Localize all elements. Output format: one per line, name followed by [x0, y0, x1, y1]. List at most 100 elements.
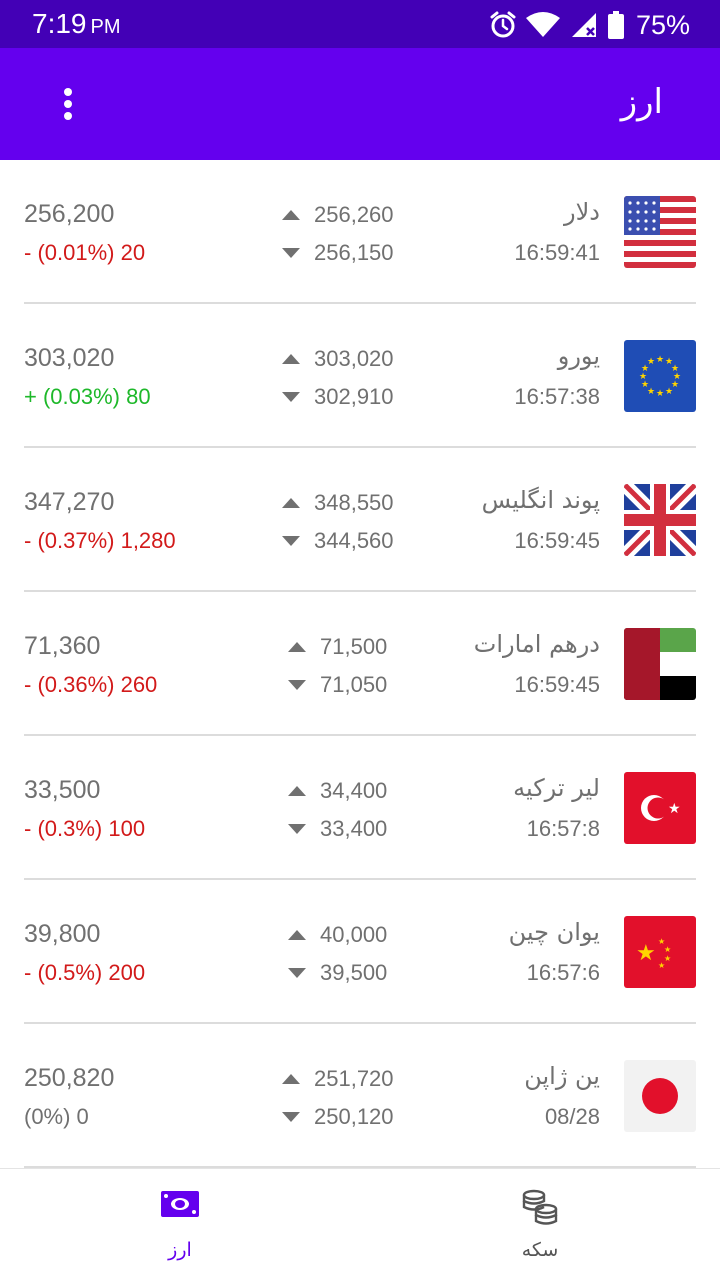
rate-time: 16:59:45 — [514, 528, 600, 553]
nav-item-coins[interactable]: سکه — [360, 1169, 720, 1280]
rate-low: 71,050 — [288, 672, 428, 698]
rate-row[interactable]: 250,820 (0%) 0 251,720 250,120 ین ژاپن 0… — [0, 1024, 720, 1168]
rate-row[interactable]: 347,270 - (0.37%) 1,280 348,550 344,560 … — [0, 448, 720, 592]
rate-high: 71,500 — [288, 634, 428, 660]
rate-change: - (0.01%) 20 — [24, 240, 146, 265]
rate-low-value: 302,910 — [314, 384, 394, 409]
status-ampm: PM — [90, 16, 121, 38]
rate-price: 303,020 — [24, 344, 115, 372]
wifi-icon — [525, 12, 560, 37]
rate-low-value: 71,050 — [320, 672, 388, 697]
uk-flag-icon — [624, 484, 696, 556]
svg-text:★: ★ — [664, 945, 671, 954]
rate-time: 16:57:8 — [526, 816, 600, 841]
rate-row[interactable]: 256,200 - (0.01%) 20 256,260 256,150 دلا… — [0, 160, 720, 304]
svg-text:★: ★ — [656, 389, 664, 399]
svg-text:★: ★ — [665, 387, 673, 397]
rate-time: 16:59:41 — [514, 240, 600, 265]
rate-high: 251,720 — [282, 1066, 422, 1092]
rate-row[interactable]: 33,500 - (0.3%) 100 34,400 33,400 لیر تر… — [0, 736, 720, 880]
page-title: ارز — [620, 82, 663, 122]
rate-change: (0%) 0 — [24, 1104, 89, 1129]
turkey-flag-icon: ★ — [624, 772, 696, 844]
rate-high-value: 251,720 — [314, 1066, 394, 1091]
coins-icon — [522, 1189, 558, 1225]
arrow-down-icon — [282, 536, 300, 546]
arrow-up-icon — [288, 642, 306, 652]
us-flag-icon — [624, 196, 696, 268]
rate-low-value: 344,560 — [314, 528, 394, 553]
rate-price: 347,270 — [24, 488, 115, 516]
arrow-down-icon — [282, 1112, 300, 1122]
banknote-icon — [161, 1191, 199, 1217]
rate-high-value: 40,000 — [320, 922, 388, 947]
rate-low: 39,500 — [288, 960, 428, 986]
bottom-nav: ارز سکه — [0, 1168, 720, 1280]
rate-name: درهم امارات — [473, 630, 600, 658]
rate-low-value: 39,500 — [320, 960, 388, 985]
arrow-up-icon — [282, 354, 300, 364]
nav-label-coins: سکه — [521, 1239, 559, 1261]
arrow-down-icon — [282, 392, 300, 402]
rate-change: - (0.5%) 200 — [24, 960, 146, 985]
rate-high: 40,000 — [288, 922, 428, 948]
rate-low-value: 256,150 — [314, 240, 394, 265]
arrow-down-icon — [288, 680, 306, 690]
rate-price: 39,800 — [24, 920, 101, 948]
rate-price: 33,500 — [24, 776, 101, 804]
arrow-up-icon — [288, 786, 306, 796]
signal-icon — [571, 13, 596, 37]
more-vert-icon[interactable] — [56, 84, 80, 124]
rate-time: 16:57:38 — [514, 384, 600, 409]
svg-text:★: ★ — [647, 357, 655, 367]
svg-text:★: ★ — [668, 801, 681, 817]
rate-low: 302,910 — [282, 384, 422, 410]
nav-label-currency: ارز — [168, 1239, 192, 1261]
rate-name: یورو — [557, 342, 600, 370]
svg-text:★: ★ — [656, 355, 664, 365]
rate-name: ین ژاپن — [524, 1062, 600, 1090]
rate-high-value: 303,020 — [314, 346, 394, 371]
rate-price: 71,360 — [24, 632, 101, 660]
battery-percent: 75% — [635, 9, 690, 40]
uae-flag-icon — [624, 628, 696, 700]
rate-price: 256,200 — [24, 200, 115, 228]
rate-row[interactable]: 71,360 - (0.36%) 260 71,500 71,050 درهم … — [0, 592, 720, 736]
rate-list[interactable]: 256,200 - (0.01%) 20 256,260 256,150 دلا… — [0, 160, 720, 1168]
app-bar: ارز — [0, 48, 720, 160]
rate-high: 256,260 — [282, 202, 422, 228]
status-icons: 75% — [490, 8, 690, 42]
arrow-up-icon — [288, 930, 306, 940]
rate-name: یوان چین — [508, 918, 600, 946]
rate-name: پوند انگلیس — [481, 486, 600, 514]
arrow-up-icon — [282, 498, 300, 508]
eu-flag-icon: ★ ★★★ ★★★★ ★★★★ — [624, 340, 696, 412]
rate-high-value: 34,400 — [320, 778, 388, 803]
rate-low: 250,120 — [282, 1104, 422, 1130]
battery-icon — [607, 11, 624, 39]
arrow-down-icon — [288, 824, 306, 834]
japan-flag-icon — [624, 1060, 696, 1132]
status-clock: 7:19 — [32, 8, 87, 39]
rate-high: 34,400 — [288, 778, 428, 804]
status-bar: 7:19 PM 75% — [0, 0, 720, 48]
rate-change: - (0.36%) 260 — [24, 672, 158, 697]
rate-low: 33,400 — [288, 816, 428, 842]
nav-item-currency[interactable]: ارز — [0, 1169, 360, 1280]
arrow-down-icon — [288, 968, 306, 978]
china-flag-icon: ★ ★ ★ ★ ★ — [624, 916, 696, 988]
rate-change: + (0.03%) 80 — [24, 384, 151, 409]
rate-time: 08/28 — [544, 1104, 600, 1129]
rate-row[interactable]: 39,800 - (0.5%) 200 40,000 39,500 یوان چ… — [0, 880, 720, 1024]
rate-low: 256,150 — [282, 240, 422, 266]
rate-change: - (0.3%) 100 — [24, 816, 146, 841]
rate-high-value: 348,550 — [314, 490, 394, 515]
rate-high: 303,020 — [282, 346, 422, 372]
rate-name: دلار — [564, 198, 600, 226]
arrow-up-icon — [282, 1074, 300, 1084]
rate-price: 250,820 — [24, 1064, 115, 1092]
rate-name: لیر ترکیه — [513, 774, 600, 802]
svg-text:★: ★ — [658, 961, 665, 970]
rate-high: 348,550 — [282, 490, 422, 516]
rate-row[interactable]: 303,020 + (0.03%) 80 303,020 302,910 یور… — [0, 304, 720, 448]
